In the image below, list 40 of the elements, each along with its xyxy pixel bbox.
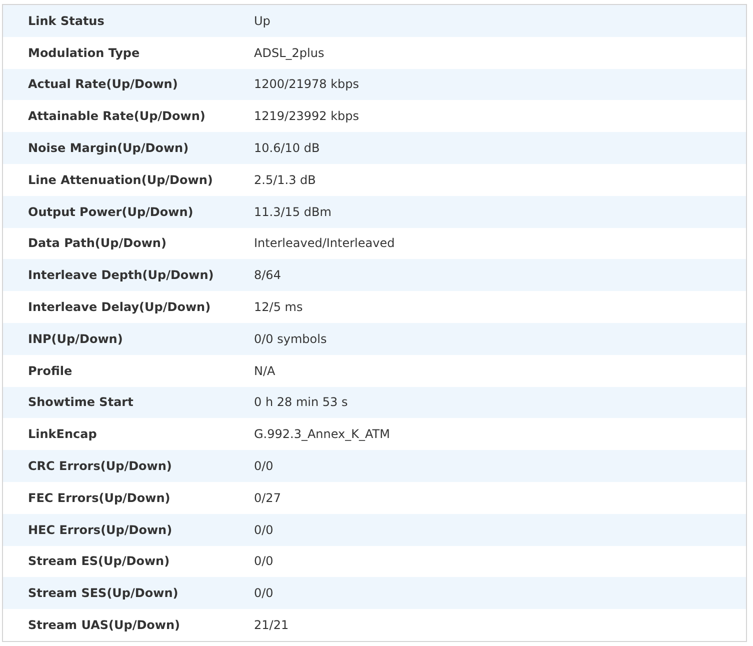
row-label: Actual Rate(Up/Down) <box>28 77 179 92</box>
row-value: 12/5 ms <box>254 300 303 314</box>
row-value: 21/21 <box>254 618 289 632</box>
row-label: Profile <box>28 364 74 378</box>
row-value: G.992.3_Annex_K_ATM <box>254 427 390 442</box>
row-label: Attainable Rate(Up/Down) <box>28 109 206 124</box>
row-label: Data Path(Up/Down) <box>28 236 168 250</box>
row-value: 0/0 symbols <box>254 332 327 346</box>
row-value: N/A <box>254 364 276 378</box>
row-label: Line Attenuation(Up/Down) <box>28 172 214 187</box>
row-label: HEC Errors(Up/Down) <box>28 522 174 537</box>
row-value: 0/0 <box>254 459 274 474</box>
row-value: 11.3/15 dBm <box>254 204 332 219</box>
row-label: Interleave Delay(Up/Down) <box>28 300 212 314</box>
row-label: INP(Up/Down) <box>28 332 124 346</box>
row-label: Stream UAS(Up/Down) <box>28 618 182 632</box>
row-value: 2.5/1.3 dB <box>254 172 316 187</box>
row-label: FEC Errors(Up/Down) <box>28 490 172 505</box>
row-value: Up <box>254 14 270 28</box>
row-label: Interleave Depth(Up/Down) <box>28 268 215 282</box>
row-label: CRC Errors(Up/Down) <box>28 459 173 474</box>
row-label: Showtime Start <box>28 395 134 410</box>
row-value: 0/0 <box>254 554 274 568</box>
row-label: Link Status <box>28 14 106 28</box>
row-label: Noise Margin(Up/Down) <box>28 141 190 156</box>
row-value: 1200/21978 kbps <box>254 77 360 92</box>
row-label: Modulation Type <box>28 46 141 60</box>
row-value: 8/64 <box>254 268 281 282</box>
row-value: ADSL_2plus <box>254 46 324 60</box>
row-value: 0/0 <box>254 522 274 537</box>
row-value: 0/0 <box>254 586 274 600</box>
row-value: 1219/23992 kbps <box>254 109 360 124</box>
row-label: Stream SES(Up/Down) <box>28 586 180 600</box>
row-label: LinkEncap <box>28 427 98 442</box>
row-label: Stream ES(Up/Down) <box>28 554 171 568</box>
row-value: 0/27 <box>254 490 281 505</box>
row-value: 10.6/10 dB <box>254 141 320 156</box>
row-label: Output Power(Up/Down) <box>28 204 194 219</box>
row-value: 0 h 28 min 53 s <box>254 395 348 410</box>
row-value: Interleaved/Interleaved <box>254 236 395 250</box>
